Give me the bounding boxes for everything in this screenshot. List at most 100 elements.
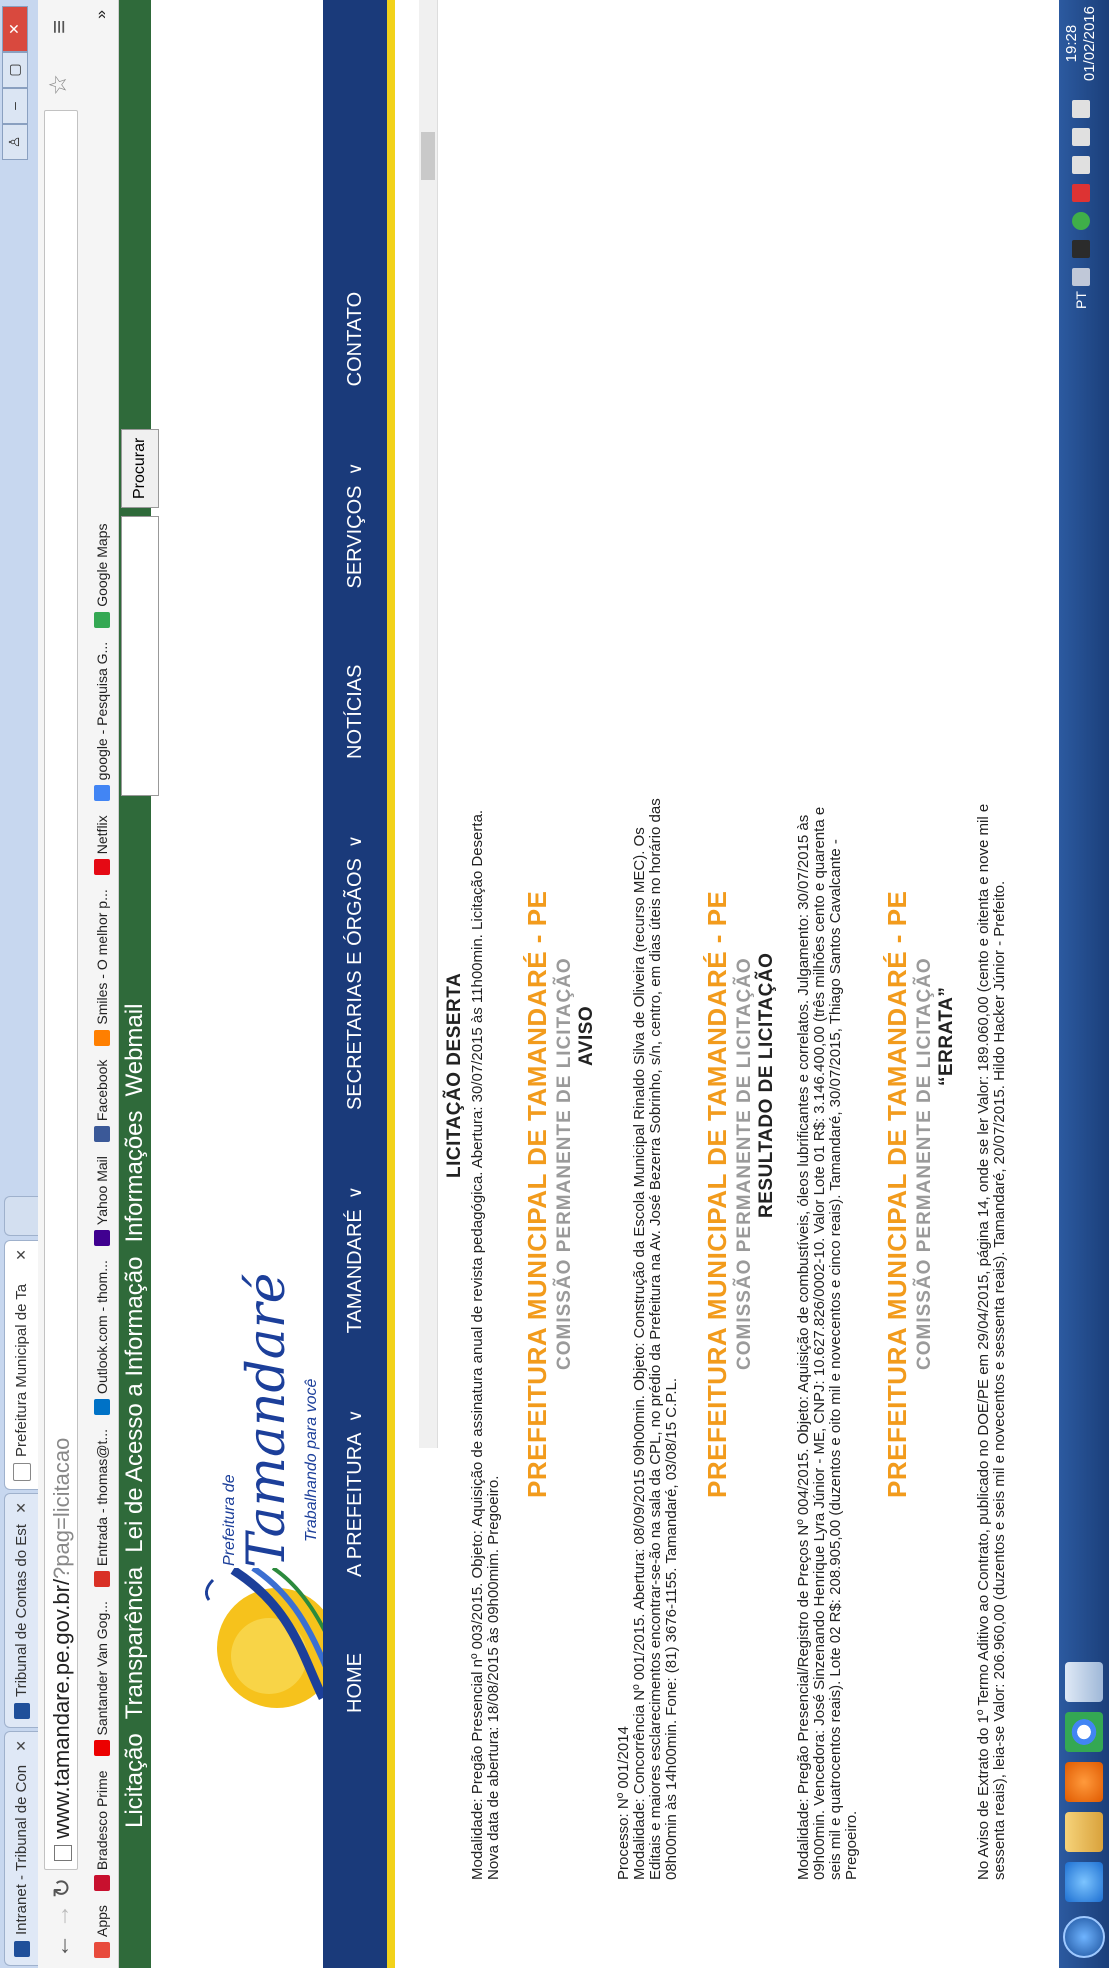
bookmark-item[interactable]: Entrada - thomas@t... [94, 1429, 110, 1588]
comissao-subtitle: COMISSÃO PERMANENTE DE LICITAÇÃO [554, 957, 575, 1370]
prefeitura-title: PREFEITURA MUNICIPAL DE TAMANDARÉ - PE [702, 890, 732, 1498]
menu-icon[interactable]: ≡ [46, 20, 74, 34]
paragraph: sessenta reais), leia-se Valor: 206.960,… [991, 880, 1008, 1880]
forward-arrow-icon[interactable]: → [48, 1904, 76, 1928]
tab-tribunal[interactable]: Tribunal de Contas do Est ✕ [4, 1493, 38, 1728]
calculator-icon[interactable] [1065, 1662, 1103, 1702]
search-input[interactable] [121, 516, 159, 796]
tribunal-icon [13, 1941, 30, 1957]
bookmark-item[interactable]: Santander Van Gog... [94, 1601, 110, 1757]
site-logo[interactable]: Prefeitura de Tamandaré Trabalhando para… [203, 1273, 343, 1718]
nav-noticias[interactable]: NOTÍCIAS [344, 665, 367, 759]
paragraph: seis mil e quatrocentos reais). Lote 02 … [827, 839, 844, 1880]
app-tray-icon[interactable] [1072, 240, 1090, 259]
start-button[interactable] [1063, 1916, 1105, 1958]
explorer-icon[interactable] [1065, 1812, 1103, 1852]
new-tab-button[interactable] [4, 1196, 38, 1236]
paragraph: No Aviso de Extrato do 1º Termo Aditivo … [975, 803, 992, 1880]
topnav-transparencia[interactable]: Transparência [121, 1567, 149, 1720]
system-tray: PT 19:28 01/02/2016 [1063, 6, 1099, 309]
back-arrow-icon[interactable]: ← [48, 1934, 76, 1958]
bookmark-item[interactable]: Google Maps [94, 524, 110, 628]
bookmark-item[interactable]: Netflix [94, 815, 110, 876]
gmail-icon [94, 1571, 110, 1588]
bookmark-star-icon[interactable]: ☆ [44, 74, 73, 96]
browser-tab-bar: Intranet - Tribunal de Con ✕ Tribunal de… [0, 0, 38, 1968]
prefeitura-title: PREFEITURA MUNICIPAL DE TAMANDARÉ - PE [522, 890, 552, 1498]
apps-grid-icon [94, 1942, 110, 1958]
nav-servicos[interactable]: SERVIÇOS∨ [344, 462, 367, 588]
bookmark-item[interactable]: google - Pesquisa G... [94, 642, 110, 802]
chevron-down-icon: ∨ [344, 834, 365, 849]
maximize-button[interactable]: ▢ [2, 52, 28, 88]
shield-icon[interactable] [1072, 212, 1090, 231]
paragraph: 08h00min às 14h00min. Fone: (81) 3676-11… [663, 1377, 680, 1880]
minimize-button[interactable]: – [2, 88, 28, 124]
flag-icon[interactable] [1072, 184, 1090, 203]
facebook-icon [94, 1126, 110, 1143]
topnav-lei-acesso[interactable]: Lei de Acesso a Informação [121, 1257, 149, 1553]
scrollbar-thumb[interactable] [421, 132, 435, 180]
search-button[interactable]: Procurar [121, 428, 159, 508]
main-nav: HOME A PREFEITURA∨ TAMANDARÉ∨ SECRETARIA… [323, 0, 395, 1968]
bookmark-item[interactable]: Bradesco Prime [94, 1770, 110, 1892]
bookmark-item[interactable]: Facebook [94, 1060, 110, 1143]
paragraph: Modalidade: Pregão Presencial nº 003/201… [469, 809, 486, 1880]
close-icon[interactable]: ✕ [13, 1740, 30, 1758]
paragraph: Processo: Nº 001/2014 [615, 1726, 632, 1880]
reload-icon[interactable]: ↻ [48, 1878, 77, 1898]
google-icon [94, 785, 110, 802]
section-heading: “ERRATA” [936, 986, 957, 1086]
tab-intranet[interactable]: Intranet - Tribunal de Con ✕ [4, 1731, 38, 1966]
windows-taskbar: PT 19:28 01/02/2016 [1059, 0, 1109, 1968]
topnav-informacoes[interactable]: Informações [121, 1110, 149, 1242]
nav-contato[interactable]: CONTATO [344, 292, 367, 386]
bradesco-icon [94, 1875, 110, 1892]
close-icon[interactable]: ✕ [13, 1502, 30, 1520]
chrome-icon[interactable] [1065, 1712, 1103, 1752]
close-window-button[interactable]: ✕ [2, 6, 28, 52]
section-heading: LICITAÇÃO DESERTA [444, 972, 465, 1178]
nav-a-prefeitura[interactable]: A PREFEITURA∨ [344, 1409, 367, 1577]
language-indicator[interactable]: PT [1073, 291, 1089, 309]
ie-icon[interactable] [1065, 1862, 1103, 1902]
paragraph: Modalidade: Concorrência Nº 001/2015. Ab… [631, 827, 648, 1880]
keyboard-icon[interactable] [1072, 268, 1090, 287]
chevron-down-icon: ∨ [344, 462, 365, 476]
bookmark-item[interactable]: Outlook.com - thom... [94, 1260, 110, 1415]
volume-icon[interactable] [1072, 100, 1090, 119]
address-bar[interactable]: www.tamandare.pe.gov.br/?pag=licitacao [44, 110, 78, 1870]
page-icon [12, 1463, 31, 1481]
yahoo-icon [94, 1230, 110, 1247]
user-icon[interactable]: ♙ [2, 124, 28, 160]
bookmark-item[interactable]: Yahoo Mail [94, 1156, 110, 1247]
content-horizontal-scrollbar[interactable] [419, 0, 438, 1448]
media-player-icon[interactable] [1065, 1762, 1103, 1802]
bookmarks-more-icon[interactable]: » [93, 10, 111, 19]
paragraph: Nova data de abertura: 18/08/2015 às 09h… [485, 1475, 502, 1880]
comissao-subtitle: COMISSÃO PERMANENTE DE LICITAÇÃO [734, 957, 755, 1370]
bookmark-item[interactable]: Apps [94, 1905, 110, 1958]
site-top-nav: Licitação Transparência Lei de Acesso a … [119, 0, 151, 1968]
bookmarks-bar: Apps Bradesco Prime Santander Van Gog... En… [86, 0, 119, 1968]
chevron-down-icon: ∨ [344, 1186, 365, 1200]
smiles-icon [94, 1029, 110, 1046]
section-heading: RESULTADO DE LICITAÇÃO [756, 952, 777, 1218]
nav-tamandare[interactable]: TAMANDARÉ∨ [344, 1186, 367, 1333]
tab-prefeitura[interactable]: Prefeitura Municipal de Ta ✕ [4, 1240, 38, 1490]
close-icon[interactable]: ✕ [13, 1249, 30, 1267]
network-icon[interactable] [1072, 128, 1090, 147]
browser-toolbar: ← → ↻ www.tamandare.pe.gov.br/?pag=licit… [38, 0, 86, 1968]
topnav-licitacao[interactable]: Licitação [121, 1733, 149, 1828]
comissao-subtitle: COMISSÃO PERMANENTE DE LICITAÇÃO [914, 957, 935, 1370]
maps-icon [94, 611, 110, 628]
paragraph: Pregoeiro. [843, 1810, 860, 1880]
bookmark-item[interactable]: Smiles - O melhor p... [94, 889, 110, 1046]
nav-home[interactable]: HOME [344, 1653, 367, 1713]
printer-icon[interactable] [1072, 156, 1090, 175]
topnav-webmail[interactable]: Webmail [121, 1004, 149, 1097]
santander-icon [94, 1740, 110, 1757]
clock[interactable]: 19:28 01/02/2016 [1063, 6, 1099, 81]
nav-secretarias[interactable]: SECRETARIAS E ÓRGÃOS∨ [344, 835, 367, 1110]
window-controls: ♙ – ▢ ✕ [2, 6, 28, 160]
